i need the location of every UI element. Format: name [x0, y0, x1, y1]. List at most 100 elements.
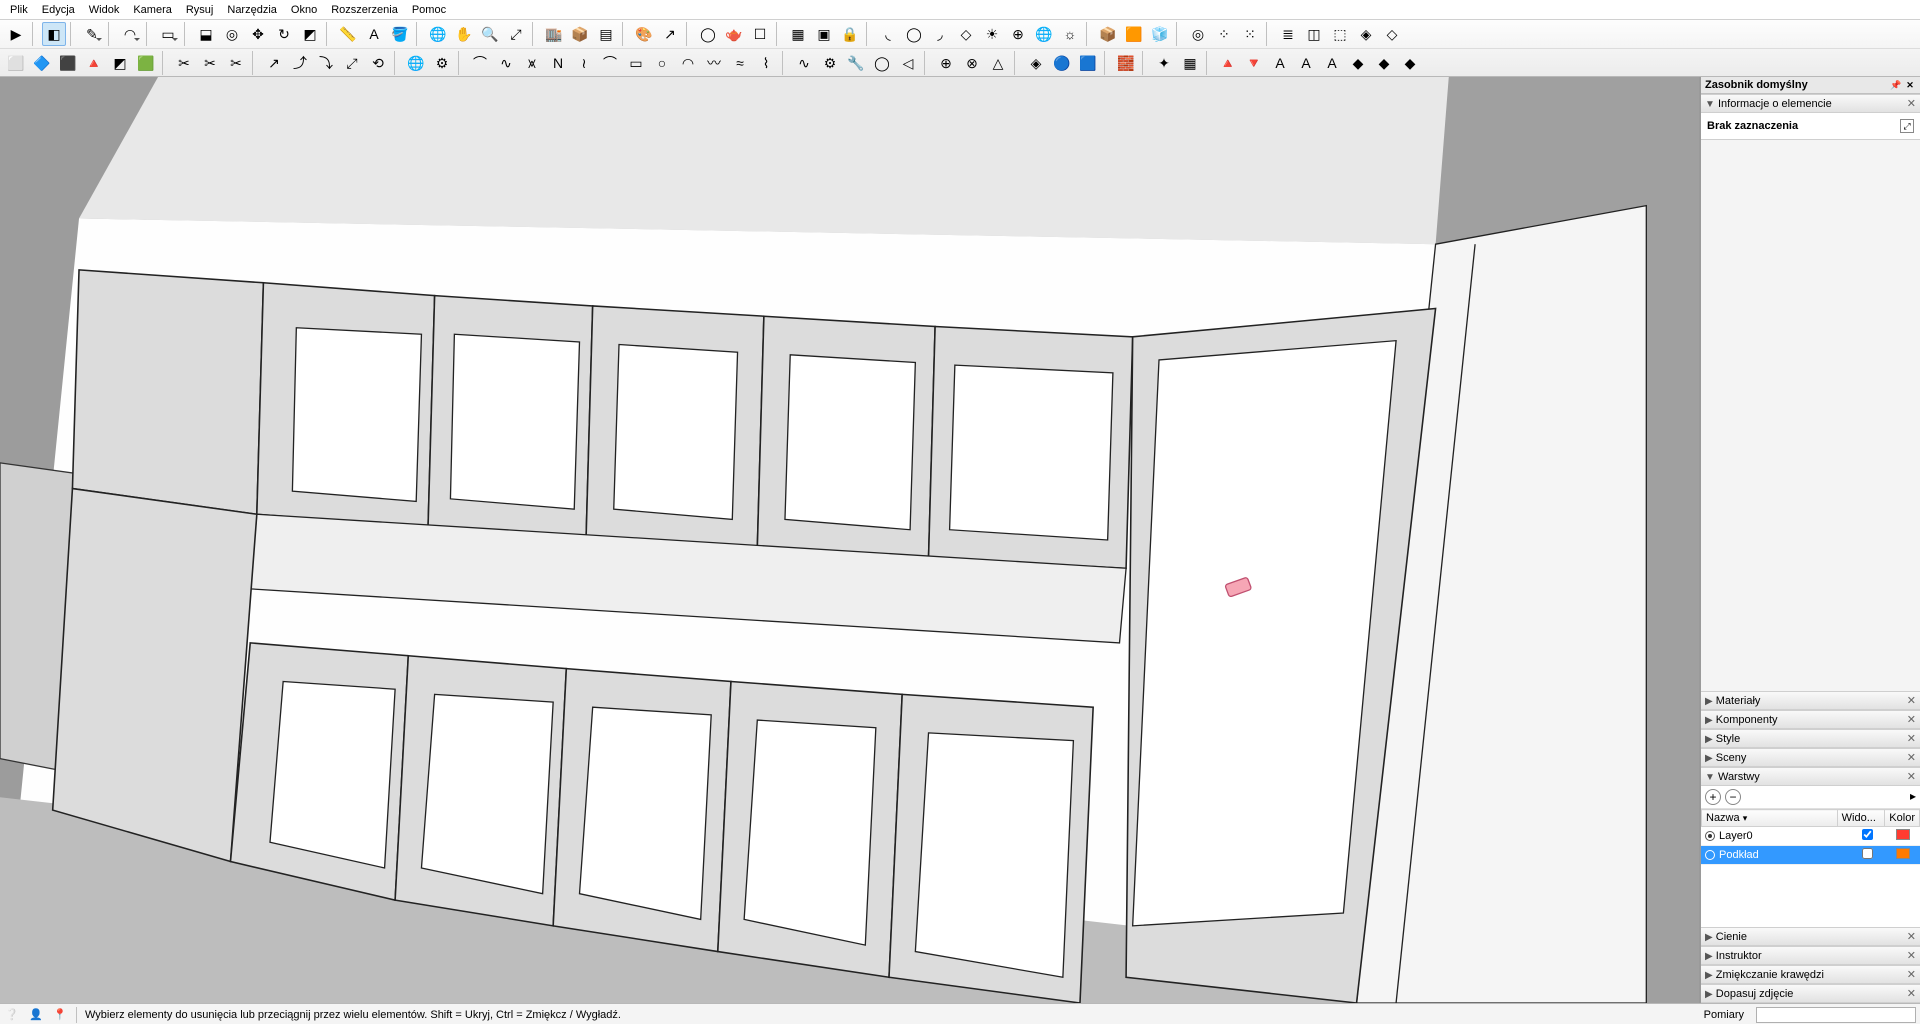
tool-mv4-icon[interactable]: ⤢ — [340, 51, 364, 75]
tool-h7-icon[interactable]: ◆ — [1372, 51, 1396, 75]
tool-c1-icon[interactable]: ⌒ — [468, 51, 492, 75]
panel-instruktor-header[interactable]: ▶ Instruktor✕ — [1701, 946, 1920, 965]
menu-edycja[interactable]: Edycja — [36, 2, 81, 18]
viewport-3d[interactable] — [0, 77, 1700, 1003]
tool-cube5-icon[interactable]: ◩ — [108, 51, 132, 75]
tool-brick-icon[interactable]: 🧱 — [1114, 51, 1138, 75]
layer-remove-button[interactable]: − — [1725, 789, 1741, 805]
tool-c12-icon[interactable]: ⌇ — [754, 51, 778, 75]
tool-c4-icon[interactable]: N — [546, 51, 570, 75]
tray-pin-icon[interactable]: 📌 — [1890, 79, 1902, 91]
tool-cube1-icon[interactable]: ⬜ — [4, 51, 28, 75]
tool-c9-icon[interactable]: ◠ — [676, 51, 700, 75]
tool-c3-icon[interactable]: ⩙ — [520, 51, 544, 75]
tool-picker-icon[interactable]: ↗ — [658, 22, 682, 46]
tool-move-icon[interactable]: ✥ — [246, 22, 270, 46]
tool-curve3-icon[interactable]: ◞ — [928, 22, 952, 46]
tool-h3-icon[interactable]: A — [1268, 51, 1292, 75]
tool-h5-icon[interactable]: A — [1320, 51, 1344, 75]
tool-d3-icon[interactable]: 🔧 — [844, 51, 868, 75]
tool-d4-icon[interactable]: ◯ — [870, 51, 894, 75]
tray-close-icon[interactable]: ✕ — [1904, 79, 1916, 91]
panel-dopasuj-zdjęcie-header[interactable]: ▶ Dopasuj zdjęcie✕ — [1701, 984, 1920, 1003]
layer-active-radio[interactable] — [1705, 831, 1715, 841]
layer-active-radio[interactable] — [1705, 850, 1715, 860]
menu-okno[interactable]: Okno — [285, 2, 323, 18]
tool-layer2-icon[interactable]: ◫ — [1302, 22, 1326, 46]
tool-box-c-icon[interactable]: 🧊 — [1148, 22, 1172, 46]
help-icon[interactable]: ❔ — [4, 1007, 20, 1023]
panel-cienie-header[interactable]: ▶ Cienie✕ — [1701, 927, 1920, 946]
tool-h8-icon[interactable]: ◆ — [1398, 51, 1422, 75]
tool-e2-icon[interactable]: ⊗ — [960, 51, 984, 75]
tool-c11-icon[interactable]: ≈ — [728, 51, 752, 75]
tool-scale-icon[interactable]: ◩ — [298, 22, 322, 46]
tool-warehouse-icon[interactable]: 🏬 — [542, 22, 566, 46]
tool-line-icon[interactable]: ✎ — [80, 22, 104, 46]
layer-add-button[interactable]: + — [1705, 789, 1721, 805]
tool-curve4-icon[interactable]: ◇ — [954, 22, 978, 46]
tool-d5-icon[interactable]: ◁ — [896, 51, 920, 75]
tool-h6-icon[interactable]: ◆ — [1346, 51, 1370, 75]
panel-close-icon[interactable]: ✕ — [1907, 751, 1916, 764]
tool-c8-icon[interactable]: ○ — [650, 51, 674, 75]
menu-pomoc[interactable]: Pomoc — [406, 2, 452, 18]
entity-info-expand-icon[interactable]: ⤢ — [1900, 119, 1914, 133]
tool-c2-icon[interactable]: ∿ — [494, 51, 518, 75]
tool-h1-icon[interactable]: 🔺 — [1216, 51, 1240, 75]
tool-layers-icon[interactable]: ▤ — [594, 22, 618, 46]
tool-pan-icon[interactable]: ✋ — [452, 22, 476, 46]
tool-grp-b-icon[interactable]: ▣ — [812, 22, 836, 46]
tool-e3-icon[interactable]: △ — [986, 51, 1010, 75]
layer-color-swatch[interactable] — [1896, 829, 1910, 840]
tool-mv2-icon[interactable]: ⤴ — [288, 51, 312, 75]
tool-mv3-icon[interactable]: ⤵ — [314, 51, 338, 75]
tool-globe2-icon[interactable]: 🌐 — [404, 51, 428, 75]
panel-close-icon[interactable]: ✕ — [1907, 949, 1916, 962]
layer-visible-checkbox[interactable] — [1862, 829, 1873, 840]
panel-layers-header[interactable]: ▼ Warstwy ✕ — [1701, 767, 1920, 786]
tool-rotate-icon[interactable]: ↻ — [272, 22, 296, 46]
panel-materiały-header[interactable]: ▶ Materiały✕ — [1701, 691, 1920, 710]
panel-entity-info-header[interactable]: ▼ Informacje o elemencie ✕ — [1701, 94, 1920, 113]
tool-ed2-icon[interactable]: ✂ — [198, 51, 222, 75]
menu-rysuj[interactable]: Rysuj — [180, 2, 220, 18]
tool-c10-icon[interactable]: 〰 — [702, 51, 726, 75]
tool-globe-icon[interactable]: 🌐 — [1032, 22, 1056, 46]
tool-grid-sphere-icon[interactable]: ⊕ — [1006, 22, 1030, 46]
tool-g2-icon[interactable]: ▦ — [1178, 51, 1202, 75]
panel-sceny-header[interactable]: ▶ Sceny✕ — [1701, 748, 1920, 767]
tool-teapot-icon[interactable]: 🫖 — [722, 22, 746, 46]
panel-close-icon[interactable]: ✕ — [1907, 930, 1916, 943]
tool-g1-icon[interactable]: ✦ — [1152, 51, 1176, 75]
tool-cube2-icon[interactable]: 🔷 — [30, 51, 54, 75]
tool-mv5-icon[interactable]: ⟲ — [366, 51, 390, 75]
layer-color-swatch[interactable] — [1896, 848, 1910, 859]
panel-close-icon[interactable]: ✕ — [1907, 968, 1916, 981]
tool-circle1-icon[interactable]: ◯ — [696, 22, 720, 46]
tool-eraser-icon[interactable]: ◧ — [42, 22, 66, 46]
tool-f2-icon[interactable]: 🔵 — [1050, 51, 1074, 75]
panel-komponenty-header[interactable]: ▶ Komponenty✕ — [1701, 710, 1920, 729]
tool-paint-icon[interactable]: 🪣 — [388, 22, 412, 46]
tool-c7-icon[interactable]: ▭ — [624, 51, 648, 75]
tool-layer4-icon[interactable]: ◈ — [1354, 22, 1378, 46]
panel-close-icon[interactable]: ✕ — [1907, 770, 1916, 783]
tool-box3-icon[interactable]: ☐ — [748, 22, 772, 46]
tool-target-icon[interactable]: ◎ — [1186, 22, 1210, 46]
tool-layer3-icon[interactable]: ⬚ — [1328, 22, 1352, 46]
tool-ed1-icon[interactable]: ✂ — [172, 51, 196, 75]
panel-close-icon[interactable]: ✕ — [1907, 732, 1916, 745]
layers-col-visible[interactable]: Wido... — [1837, 810, 1885, 827]
panel-zmiękczanie-krawędzi-header[interactable]: ▶ Zmiękczanie krawędzi✕ — [1701, 965, 1920, 984]
tool-c5-icon[interactable]: ≀ — [572, 51, 596, 75]
tool-box-b-icon[interactable]: 🟧 — [1122, 22, 1146, 46]
tool-e1-icon[interactable]: ⊕ — [934, 51, 958, 75]
tool-lock-icon[interactable]: 🔒 — [838, 22, 862, 46]
tool-curve2-icon[interactable]: ◯ — [902, 22, 926, 46]
tool-cube3-icon[interactable]: ⬛ — [56, 51, 80, 75]
tool-h2-icon[interactable]: 🔻 — [1242, 51, 1266, 75]
geo-icon[interactable]: 📍 — [52, 1007, 68, 1023]
panel-close-icon[interactable]: ✕ — [1907, 97, 1916, 110]
panel-close-icon[interactable]: ✕ — [1907, 694, 1916, 707]
